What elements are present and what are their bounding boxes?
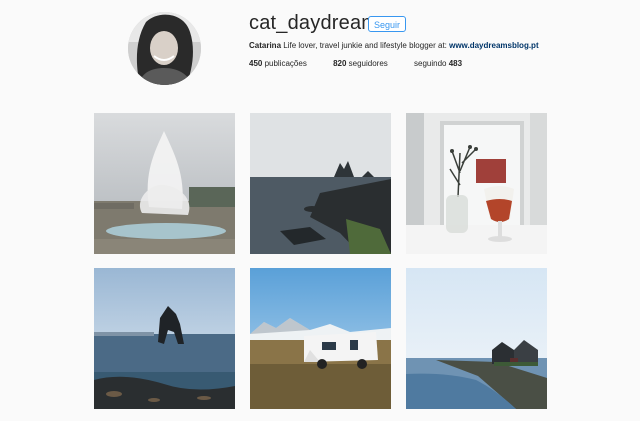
post-image	[94, 113, 235, 254]
post-image	[250, 268, 391, 409]
posts-grid	[94, 113, 547, 409]
followers-label: seguidores	[346, 59, 388, 68]
post-thumbnail-sea-stack[interactable]	[94, 268, 235, 409]
posts-stat: 450 publicações	[249, 59, 307, 68]
bio-link[interactable]: www.daydreamsblog.pt	[449, 41, 539, 50]
avatar-photo	[128, 12, 201, 85]
bio-text: Life lover, travel junkie and lifestyle …	[281, 41, 450, 50]
profile-stats: 450 publicações 820 seguidores seguindo …	[249, 59, 486, 68]
followers-count: 820	[333, 59, 347, 68]
following-count: 483	[448, 59, 463, 68]
followers-stat[interactable]: 820 seguidores	[333, 59, 388, 68]
posts-count: 450	[249, 59, 263, 68]
post-image	[406, 113, 547, 254]
post-thumbnail-camper-van[interactable]	[250, 268, 391, 409]
post-image	[406, 268, 547, 409]
post-thumbnail-coastal-houses[interactable]	[406, 268, 547, 409]
follow-button[interactable]: Seguir	[368, 16, 407, 32]
avatar[interactable]	[128, 12, 201, 85]
bio: Catarina Life lover, travel junkie and l…	[249, 41, 539, 50]
bio-name: Catarina	[249, 41, 282, 50]
post-image	[94, 268, 235, 409]
post-image	[250, 113, 391, 254]
following-stat[interactable]: seguindo 483	[414, 59, 462, 68]
post-thumbnail-coastline[interactable]	[250, 113, 391, 254]
post-thumbnail-geyser[interactable]	[94, 113, 235, 254]
post-thumbnail-window[interactable]	[406, 113, 547, 254]
following-label: seguindo	[414, 59, 449, 68]
posts-label: publicações	[262, 59, 307, 68]
profile-header: cat_daydreams Seguir Catarina Life lover…	[0, 0, 640, 100]
